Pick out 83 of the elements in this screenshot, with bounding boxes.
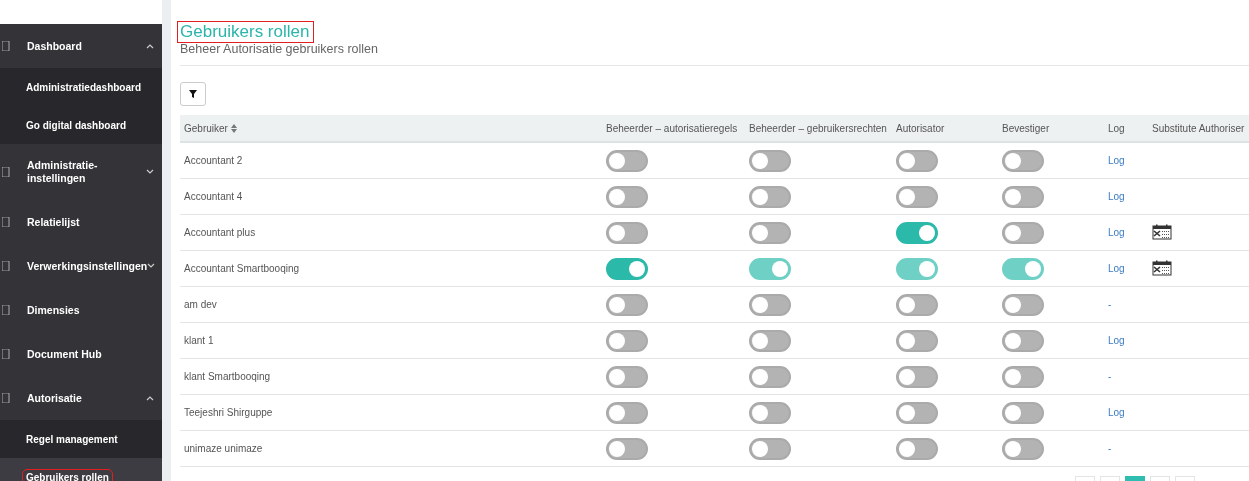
toggle-switch[interactable] (606, 185, 648, 208)
toggle-switch[interactable] (896, 329, 938, 352)
filter-icon (189, 90, 197, 98)
toggle-switch[interactable] (749, 365, 791, 388)
log-link[interactable]: Log (1108, 227, 1125, 238)
toggle-switch[interactable] (896, 401, 938, 424)
user-name: unimaze unimaze (184, 443, 263, 454)
toggle-switch[interactable] (606, 257, 648, 280)
sidebar-item[interactable]: Dashboard (0, 24, 162, 68)
menu-icon (2, 393, 10, 403)
log-link[interactable]: - (1108, 299, 1112, 310)
toggle-switch[interactable] (606, 329, 648, 352)
log-link[interactable]: Log (1108, 191, 1125, 202)
toggle-switch[interactable] (1002, 149, 1044, 172)
toggle-switch[interactable] (1002, 401, 1044, 424)
toggle-switch[interactable] (1002, 437, 1044, 460)
toggle-switch[interactable] (606, 149, 648, 172)
user-name: Accountant 4 (184, 191, 243, 202)
toggle-switch[interactable] (1002, 293, 1044, 316)
menu-icon (2, 167, 10, 177)
menu-icon (2, 261, 10, 271)
calendar-icon[interactable] (1152, 223, 1172, 240)
log-link[interactable]: - (1108, 443, 1112, 454)
toggle-switch[interactable] (606, 401, 648, 424)
toggle-switch[interactable] (749, 221, 791, 244)
toggle-switch[interactable] (749, 149, 791, 172)
column-header: Beheerder – autorisatieregels (606, 122, 738, 134)
toggle-switch[interactable] (896, 221, 938, 244)
log-link[interactable]: Log (1108, 407, 1125, 418)
toggle-switch[interactable] (606, 365, 648, 388)
toggle-switch[interactable] (896, 149, 938, 172)
column-header[interactable]: Gebruiker (184, 122, 228, 134)
toggle-switch[interactable] (749, 401, 791, 424)
column-header: Log (1108, 122, 1125, 134)
column-header: Beheerder – gebruikersrechten (749, 122, 887, 134)
sidebar-item[interactable]: Relatielijst (0, 200, 162, 244)
sidebar-subitem[interactable]: Administratiedashboard (0, 68, 162, 106)
toggle-switch[interactable] (896, 185, 938, 208)
sidebar-item[interactable]: Administratie-instellingen (0, 144, 162, 200)
user-name: klant Smartbooqing (184, 371, 271, 382)
sidebar-item[interactable]: Verwerkingsinstellingen (0, 244, 162, 288)
toggle-switch[interactable] (1002, 221, 1044, 244)
toggle-switch[interactable] (749, 293, 791, 316)
toggle-switch[interactable] (1002, 329, 1044, 352)
column-header: Substitute Authoriser (1152, 122, 1245, 134)
toggle-switch[interactable] (896, 293, 938, 316)
log-link[interactable]: - (1108, 371, 1112, 382)
toggle-switch[interactable] (749, 185, 791, 208)
toggle-switch[interactable] (606, 437, 648, 460)
toggle-switch[interactable] (1002, 185, 1044, 208)
sidebar-item[interactable]: Autorisatie (0, 376, 162, 420)
toggle-switch[interactable] (606, 221, 648, 244)
menu-icon (2, 349, 10, 359)
page-subtitle: Beheer Autorisatie gebruikers rollen (180, 42, 380, 57)
user-name: Accountant 2 (184, 155, 243, 166)
sidebar-subitem[interactable]: Go digital dashboard (0, 106, 162, 144)
user-name: Accountant Smartbooqing (184, 263, 300, 274)
toggle-switch[interactable] (896, 365, 938, 388)
sidebar-subitem[interactable]: Regel management (0, 420, 162, 458)
sidebar-item[interactable]: Document Hub (0, 332, 162, 376)
user-name: Accountant plus (184, 227, 256, 238)
toggle-switch[interactable] (606, 293, 648, 316)
user-name: klant 1 (184, 335, 214, 346)
filter-button[interactable] (180, 82, 206, 106)
sidebar-item[interactable]: Dimensies (0, 288, 162, 332)
menu-icon (2, 305, 10, 315)
toggle-switch[interactable] (1002, 365, 1044, 388)
toggle-switch[interactable] (749, 329, 791, 352)
user-name: am dev (184, 299, 217, 310)
calendar-icon[interactable] (1152, 259, 1172, 276)
sidebar-subitem[interactable]: Gebruikers rollen (0, 458, 162, 481)
menu-icon (2, 41, 10, 51)
menu-icon (2, 217, 10, 227)
page-title: Gebruikers rollen (178, 22, 314, 42)
sort-icon[interactable] (230, 124, 237, 134)
toggle-switch[interactable] (749, 437, 791, 460)
log-link[interactable]: Log (1108, 263, 1125, 274)
log-link[interactable]: Log (1108, 155, 1125, 166)
user-name: Teejeshri Shirguppe (184, 407, 273, 418)
log-link[interactable]: Log (1108, 335, 1125, 346)
column-header: Bevestiger (1002, 122, 1050, 134)
toggle-switch[interactable] (896, 437, 938, 460)
column-header: Autorisator (896, 122, 945, 134)
